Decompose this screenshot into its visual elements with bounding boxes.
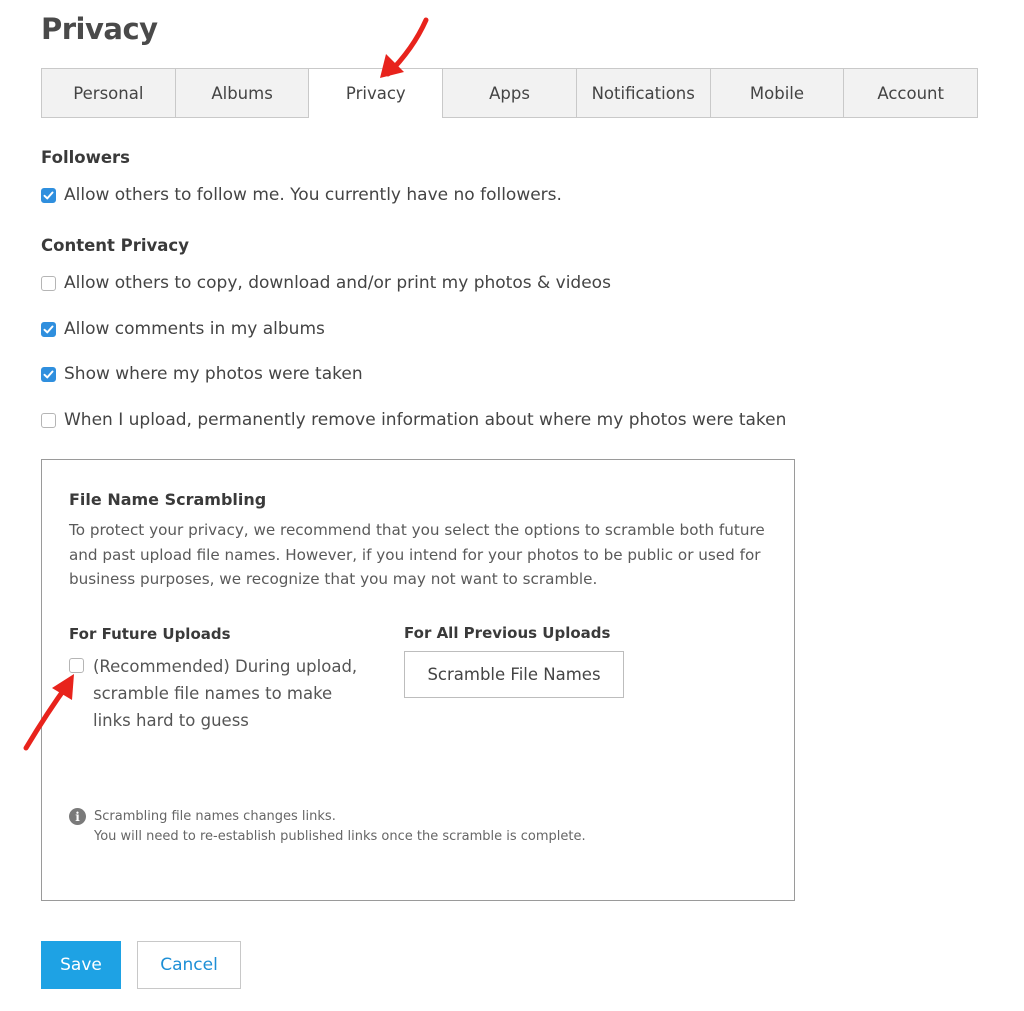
info-icon: i: [69, 808, 86, 825]
remove-location-checkbox[interactable]: [41, 412, 56, 428]
checkmark-icon: [43, 191, 54, 199]
tab-apps[interactable]: Apps: [443, 68, 577, 118]
show-location-checkbox[interactable]: [41, 366, 56, 382]
future-scramble-option[interactable]: (Recommended) During upload, scramble fi…: [69, 653, 359, 734]
allow-follow-option[interactable]: Allow others to follow me. You currently…: [41, 185, 562, 205]
future-scramble-label: (Recommended) During upload, scramble fi…: [93, 657, 358, 730]
tab-notifications[interactable]: Notifications: [576, 68, 711, 118]
checkmark-icon: [43, 325, 54, 333]
show-location-label: Show where my photos were taken: [64, 364, 363, 384]
info-line-2: You will need to re-establish published …: [94, 828, 586, 844]
scramble-file-names-button[interactable]: Scramble File Names: [404, 651, 624, 698]
allow-follow-label: Allow others to follow me. You currently…: [64, 185, 562, 205]
info-line-1: Scrambling file names changes links.: [94, 809, 336, 824]
info-text: Scrambling file names changes links. You…: [94, 807, 586, 846]
future-uploads-heading: For Future Uploads: [69, 625, 231, 643]
tab-albums[interactable]: Albums: [175, 68, 310, 118]
scrambling-description: To protect your privacy, we recommend th…: [69, 521, 765, 588]
future-scramble-checkbox[interactable]: [69, 658, 84, 673]
allow-copy-option[interactable]: Allow others to copy, download and/or pr…: [41, 273, 611, 293]
save-button[interactable]: Save: [41, 941, 121, 989]
page-title: Privacy: [41, 12, 158, 46]
cancel-button[interactable]: Cancel: [137, 941, 241, 989]
tab-mobile[interactable]: Mobile: [710, 68, 845, 118]
allow-copy-checkbox[interactable]: [41, 275, 56, 291]
allow-follow-checkbox[interactable]: [41, 187, 56, 203]
tab-account[interactable]: Account: [844, 68, 979, 118]
scrambling-title: File Name Scrambling: [69, 490, 267, 509]
remove-location-option[interactable]: When I upload, permanently remove inform…: [41, 410, 786, 430]
allow-copy-label: Allow others to copy, download and/or pr…: [64, 273, 611, 293]
previous-uploads-heading: For All Previous Uploads: [404, 624, 611, 642]
tab-personal[interactable]: Personal: [41, 68, 176, 118]
allow-comments-label: Allow comments in my albums: [64, 319, 325, 339]
scramble-info-note: i Scrambling file names changes links. Y…: [69, 807, 586, 846]
content-privacy-heading: Content Privacy: [41, 236, 189, 255]
file-name-scrambling-panel: File Name Scrambling To protect your pri…: [41, 459, 795, 901]
checkmark-icon: [43, 370, 54, 378]
allow-comments-checkbox[interactable]: [41, 321, 56, 337]
show-location-option[interactable]: Show where my photos were taken: [41, 364, 363, 384]
followers-heading: Followers: [41, 148, 130, 167]
allow-comments-option[interactable]: Allow comments in my albums: [41, 319, 325, 339]
remove-location-label: When I upload, permanently remove inform…: [64, 410, 787, 430]
settings-tabs: Personal Albums Privacy Apps Notificatio…: [41, 68, 979, 118]
tab-privacy[interactable]: Privacy: [309, 68, 444, 118]
